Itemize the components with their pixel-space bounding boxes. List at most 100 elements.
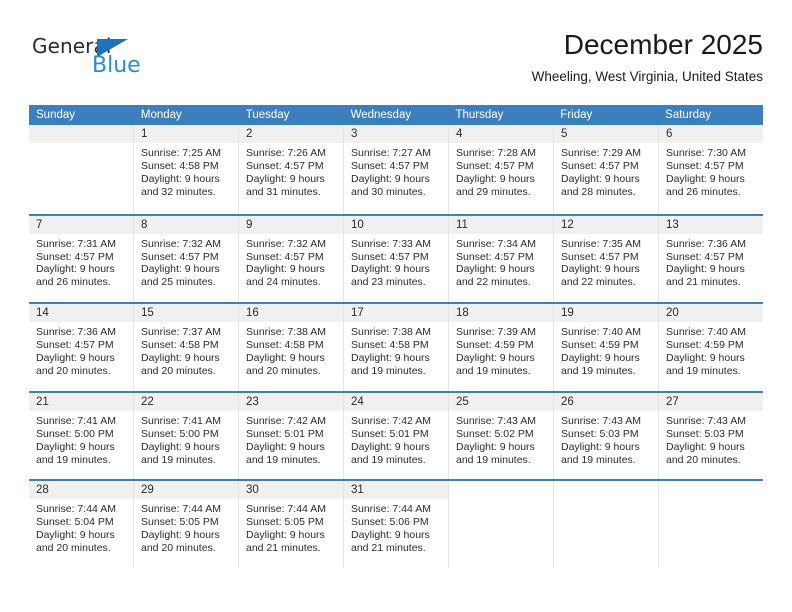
sunrise-text: Sunrise: 7:29 AM xyxy=(561,147,641,159)
day-number: 8 xyxy=(134,215,238,234)
day-number: 16 xyxy=(239,304,343,323)
calendar-day-cell[interactable]: 26 Sunrise: 7:43 AM Sunset: 5:03 PM Dayligh… xyxy=(554,392,659,480)
page-title: December 2025 xyxy=(563,29,763,60)
daylight-text-line2: and 19 minutes. xyxy=(141,453,216,466)
calendar-day-cell[interactable]: 25 Sunrise: 7:43 AM Sunset: 5:02 PM Dayligh… xyxy=(449,392,554,480)
page-header: General Blue December 2025 Wheeling, Wes… xyxy=(29,28,763,96)
daylight-text-line1: Daylight: 9 hours xyxy=(141,440,220,453)
sunrise-text: Sunrise: 7:36 AM xyxy=(666,237,746,250)
day-sun-info: Sunrise: 7:29 AM Sunset: 4:57 PM Daylight:… xyxy=(554,143,658,199)
daylight-text-line2: and 20 minutes. xyxy=(141,364,216,377)
daylight-text-line1: Daylight: 9 hours xyxy=(36,440,115,453)
daylight-text-line1: Daylight: 9 hours xyxy=(351,263,430,276)
weekday-header-thursday: Thursday xyxy=(455,109,504,121)
calendar-day-cell[interactable]: 17 Sunrise: 7:38 AM Sunset: 4:58 PM Dayligh… xyxy=(344,304,449,391)
calendar-day-cell[interactable]: 30 Sunrise: 7:44 AM Sunset: 5:05 PM Dayligh… xyxy=(239,481,344,568)
brand-name-blue: Blue xyxy=(92,53,141,78)
sunset-text: Sunset: 4:59 PM xyxy=(561,339,639,352)
daylight-text-line2: and 19 minutes. xyxy=(456,364,531,377)
calendar-day-cell[interactable]: 11 Sunrise: 7:34 AM Sunset: 4:57 PM Dayligh… xyxy=(449,215,554,303)
day-number-strip xyxy=(554,481,658,500)
day-sun-info: Sunrise: 7:44 AM Sunset: 5:06 PM Daylight:… xyxy=(344,499,448,555)
calendar-day-cell[interactable]: 20 Sunrise: 7:40 AM Sunset: 4:59 PM Dayligh… xyxy=(659,304,763,391)
day-number: 20 xyxy=(659,304,763,323)
calendar-day-cell[interactable]: 13 Sunrise: 7:36 AM Sunset: 4:57 PM Dayligh… xyxy=(659,215,763,303)
daylight-text-line1: Daylight: 9 hours xyxy=(561,263,640,276)
daylight-text-line1: Daylight: 9 hours xyxy=(141,529,220,542)
calendar-day-cell[interactable]: 8 Sunrise: 7:32 AM Sunset: 4:57 PM Daylight… xyxy=(134,215,239,303)
calendar-day-cell[interactable]: 7 Sunrise: 7:31 AM Sunset: 4:57 PM Daylight… xyxy=(29,215,134,303)
calendar-week-row: 14 Sunrise: 7:36 AM Sunset: 4:57 PM Dayligh… xyxy=(29,302,763,391)
sunset-text: Sunset: 5:02 PM xyxy=(456,427,534,440)
calendar-day-cell[interactable]: 6 Sunrise: 7:30 AM Sunset: 4:57 PM Daylight… xyxy=(659,125,763,214)
day-sun-info: Sunrise: 7:34 AM Sunset: 4:57 PM Daylight:… xyxy=(449,234,553,290)
sunrise-text: Sunrise: 7:33 AM xyxy=(351,237,431,250)
sunrise-text: Sunrise: 7:41 AM xyxy=(36,414,116,427)
calendar-day-cell[interactable]: 12 Sunrise: 7:35 AM Sunset: 4:57 PM Dayligh… xyxy=(554,215,659,303)
calendar-day-cell[interactable]: 15 Sunrise: 7:37 AM Sunset: 4:58 PM Dayligh… xyxy=(134,304,239,391)
daylight-text-line2: and 19 minutes. xyxy=(246,453,321,466)
calendar-day-cell[interactable]: 2 Sunrise: 7:26 AM Sunset: 4:57 PM Daylight… xyxy=(239,125,344,214)
calendar-day-cell-empty xyxy=(554,481,659,568)
daylight-text-line1: Daylight: 9 hours xyxy=(456,352,535,364)
calendar-day-cell[interactable]: 29 Sunrise: 7:44 AM Sunset: 5:05 PM Dayligh… xyxy=(134,481,239,568)
calendar-day-cell[interactable]: 21 Sunrise: 7:41 AM Sunset: 5:00 PM Dayligh… xyxy=(29,392,134,480)
daylight-text-line2: and 30 minutes. xyxy=(351,185,426,198)
calendar-day-cell[interactable]: 5 Sunrise: 7:29 AM Sunset: 4:57 PM Daylight… xyxy=(554,125,659,214)
calendar-day-cell[interactable]: 10 Sunrise: 7:33 AM Sunset: 4:57 PM Dayligh… xyxy=(344,215,449,303)
daylight-text-line2: and 21 minutes. xyxy=(246,542,321,555)
calendar-day-cell[interactable]: 3 Sunrise: 7:27 AM Sunset: 4:57 PM Daylight… xyxy=(344,125,449,214)
sunset-text: Sunset: 5:00 PM xyxy=(36,427,114,440)
daylight-text-line2: and 29 minutes. xyxy=(456,185,531,198)
daylight-text-line1: Daylight: 9 hours xyxy=(36,352,115,364)
weekday-header-monday: Monday xyxy=(140,109,182,121)
calendar-day-cell[interactable]: 31 Sunrise: 7:44 AM Sunset: 5:06 PM Dayligh… xyxy=(344,481,449,568)
day-sun-info: Sunrise: 7:39 AM Sunset: 4:59 PM Daylight:… xyxy=(449,322,553,378)
calendar-day-cell[interactable]: 9 Sunrise: 7:32 AM Sunset: 4:57 PM Daylight… xyxy=(239,215,344,303)
brand-logo[interactable]: General Blue xyxy=(32,36,172,82)
calendar-day-cell[interactable]: 4 Sunrise: 7:28 AM Sunset: 4:57 PM Daylight… xyxy=(449,125,554,214)
sunrise-text: Sunrise: 7:43 AM xyxy=(561,414,641,427)
daylight-text-line1: Daylight: 9 hours xyxy=(246,263,325,276)
day-sun-info: Sunrise: 7:38 AM Sunset: 4:58 PM Daylight:… xyxy=(344,322,448,378)
sunset-text: Sunset: 5:04 PM xyxy=(36,516,114,529)
calendar-day-cell[interactable]: 23 Sunrise: 7:42 AM Sunset: 5:01 PM Dayligh… xyxy=(239,392,344,480)
calendar-day-cell[interactable]: 27 Sunrise: 7:43 AM Sunset: 5:03 PM Dayligh… xyxy=(659,392,763,480)
day-sun-info: Sunrise: 7:41 AM Sunset: 5:00 PM Daylight:… xyxy=(134,411,238,467)
calendar-day-cell-empty xyxy=(449,481,554,568)
day-number: 5 xyxy=(554,125,658,143)
day-sun-info: Sunrise: 7:28 AM Sunset: 4:57 PM Daylight:… xyxy=(449,143,553,199)
daylight-text-line2: and 21 minutes. xyxy=(666,276,741,289)
sunset-text: Sunset: 4:58 PM xyxy=(141,159,219,172)
calendar-day-cell-empty xyxy=(29,125,134,214)
day-number-strip xyxy=(29,125,133,143)
sunrise-text: Sunrise: 7:32 AM xyxy=(246,237,326,250)
daylight-text-line2: and 20 minutes. xyxy=(36,364,111,377)
daylight-text-line1: Daylight: 9 hours xyxy=(351,172,430,185)
calendar-day-cell[interactable]: 28 Sunrise: 7:44 AM Sunset: 5:04 PM Dayligh… xyxy=(29,481,134,568)
calendar-day-cell[interactable]: 18 Sunrise: 7:39 AM Sunset: 4:59 PM Dayligh… xyxy=(449,304,554,391)
daylight-text-line2: and 22 minutes. xyxy=(456,276,531,289)
daylight-text-line1: Daylight: 9 hours xyxy=(561,352,640,364)
day-number-strip xyxy=(659,481,763,500)
sunset-text: Sunset: 4:57 PM xyxy=(36,339,114,352)
calendar-day-cell[interactable]: 1 Sunrise: 7:25 AM Sunset: 4:58 PM Daylight… xyxy=(134,125,239,214)
day-sun-info: Sunrise: 7:37 AM Sunset: 4:58 PM Daylight:… xyxy=(134,322,238,378)
sunrise-text: Sunrise: 7:41 AM xyxy=(141,414,221,427)
sunset-text: Sunset: 4:57 PM xyxy=(456,250,534,263)
day-number: 11 xyxy=(449,215,553,234)
day-number: 27 xyxy=(659,392,763,411)
daylight-text-line1: Daylight: 9 hours xyxy=(561,440,640,453)
calendar-day-cell[interactable]: 16 Sunrise: 7:38 AM Sunset: 4:58 PM Dayligh… xyxy=(239,304,344,391)
daylight-text-line2: and 28 minutes. xyxy=(561,185,636,198)
daylight-text-line2: and 23 minutes. xyxy=(351,276,426,289)
daylight-text-line1: Daylight: 9 hours xyxy=(246,352,325,364)
calendar-day-cell[interactable]: 22 Sunrise: 7:41 AM Sunset: 5:00 PM Dayligh… xyxy=(134,392,239,480)
calendar-day-cell[interactable]: 24 Sunrise: 7:42 AM Sunset: 5:01 PM Dayligh… xyxy=(344,392,449,480)
calendar-day-cell[interactable]: 14 Sunrise: 7:36 AM Sunset: 4:57 PM Dayligh… xyxy=(29,304,134,391)
calendar-day-cell[interactable]: 19 Sunrise: 7:40 AM Sunset: 4:59 PM Dayligh… xyxy=(554,304,659,391)
sunrise-text: Sunrise: 7:37 AM xyxy=(141,326,221,339)
sunset-text: Sunset: 4:57 PM xyxy=(36,250,114,263)
sunrise-text: Sunrise: 7:44 AM xyxy=(36,503,116,516)
day-sun-info: Sunrise: 7:40 AM Sunset: 4:59 PM Daylight:… xyxy=(554,322,658,378)
